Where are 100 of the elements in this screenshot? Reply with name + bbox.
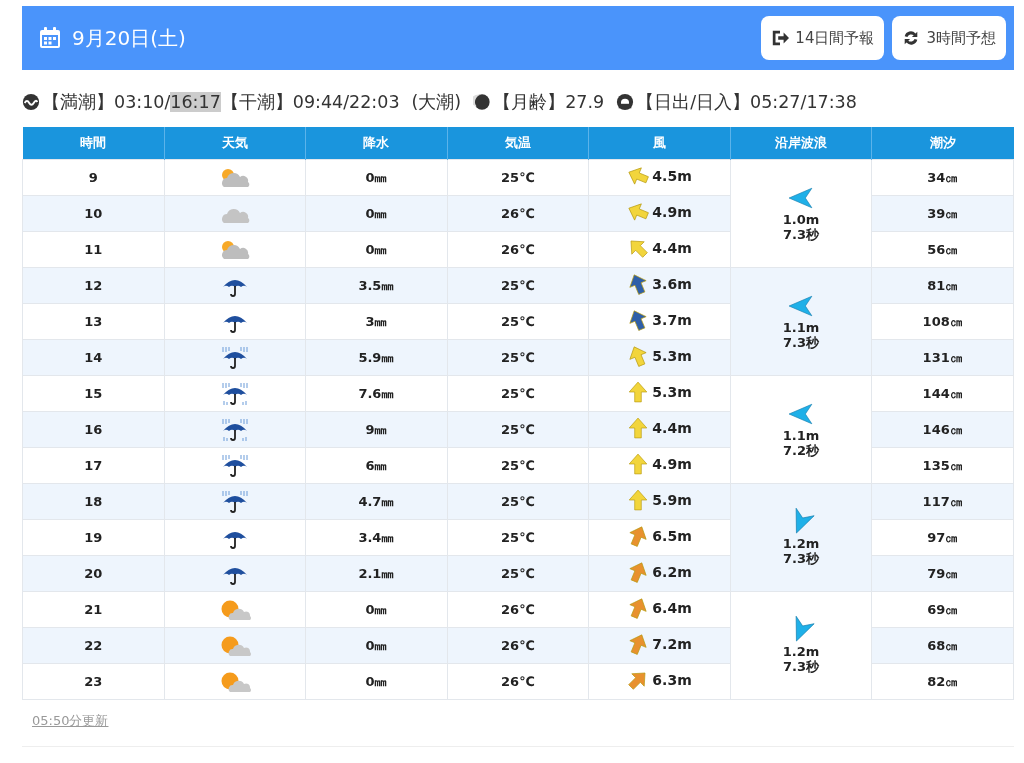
wave-height: 1.2m <box>781 537 821 552</box>
tide-level-cell: 146㎝ <box>871 411 1014 448</box>
hour-cell: 10 <box>22 195 165 232</box>
temperature-cell: 26℃ <box>447 663 589 700</box>
temperature-cell: 25℃ <box>447 339 589 376</box>
column-header: 潮汐 <box>871 127 1014 160</box>
wind-speed: 3.7m <box>652 312 692 328</box>
precipitation-cell: 6㎜ <box>305 447 448 484</box>
precipitation-cell: 3.4㎜ <box>305 519 448 556</box>
wind-speed: 4.4m <box>652 420 692 436</box>
precipitation-cell: 9㎜ <box>305 411 448 448</box>
temperature-cell: 25℃ <box>447 411 589 448</box>
wind-speed: 5.3m <box>652 384 692 400</box>
moon-icon <box>473 93 492 111</box>
precipitation-cell: 3.5㎜ <box>305 267 448 304</box>
temperature-cell: 26℃ <box>447 195 589 232</box>
calendar-icon <box>38 26 62 50</box>
wave-height: 1.0m <box>781 213 821 228</box>
sunrise-icon <box>616 93 635 111</box>
date-title: 9月20日(土) <box>72 24 186 52</box>
wind-speed: 4.9m <box>652 204 692 220</box>
tide-level-cell: 81㎝ <box>871 267 1014 304</box>
precipitation-cell: 7.6㎜ <box>305 375 448 412</box>
wave-period: 7.3秒 <box>782 335 821 350</box>
tide-level-cell: 131㎝ <box>871 339 1014 376</box>
tide-level-cell: 79㎝ <box>871 555 1014 592</box>
hour-cell: 21 <box>22 591 165 628</box>
wave-height: 1.1m <box>781 321 821 336</box>
column-header: 沿岸波浪 <box>730 127 872 160</box>
high-tide-time: 16:17 <box>170 92 221 112</box>
hour-cell: 14 <box>22 339 165 376</box>
column-header: 時間 <box>22 127 165 160</box>
precipitation-cell: 0㎜ <box>305 195 448 232</box>
sunrise-sunset-label: 【日出/日入】 <box>636 91 751 114</box>
precipitation-cell: 3㎜ <box>305 303 448 340</box>
hour-cell: 23 <box>22 663 165 700</box>
wind-speed: 4.5m <box>652 168 692 184</box>
wind-speed: 4.9m <box>652 456 692 472</box>
precipitation-cell: 0㎜ <box>305 627 448 664</box>
wave-period: 7.3秒 <box>782 551 821 566</box>
forecast-3hour-button[interactable]: 3時間予想 <box>892 16 1006 60</box>
tide-level-cell: 69㎝ <box>871 591 1014 628</box>
precipitation-cell: 4.7㎜ <box>305 483 448 520</box>
temperature-cell: 25℃ <box>447 375 589 412</box>
tide-icon <box>22 93 40 111</box>
hour-cell: 17 <box>22 447 165 484</box>
temperature-cell: 25℃ <box>447 159 589 196</box>
tide-level-cell: 97㎝ <box>871 519 1014 556</box>
precipitation-cell: 0㎜ <box>305 591 448 628</box>
moon-age-value: 27.9 <box>565 92 605 112</box>
wind-speed: 3.6m <box>652 276 692 292</box>
hour-cell: 15 <box>22 375 165 412</box>
forecast-14day-button[interactable]: 14日間予報 <box>761 16 885 60</box>
temperature-cell: 25℃ <box>447 519 589 556</box>
low-tide-label: 【干潮】 <box>220 91 293 114</box>
sunrise-sunset-times: 05:27/17:38 <box>750 92 857 112</box>
wave-height: 1.1m <box>781 429 821 444</box>
wind-speed: 6.5m <box>652 528 692 544</box>
hour-cell: 11 <box>22 231 165 268</box>
temperature-cell: 25℃ <box>447 555 589 592</box>
temperature-cell: 25℃ <box>447 447 589 484</box>
high-tide-label: 【満潮】 <box>42 91 114 114</box>
tide-level-cell: 82㎝ <box>871 663 1014 700</box>
hour-cell: 18 <box>22 483 165 520</box>
wave-height: 1.2m <box>781 645 821 660</box>
wind-speed: 6.3m <box>652 672 692 688</box>
precipitation-cell: 0㎜ <box>305 663 448 700</box>
wave-direction-icon <box>788 401 815 428</box>
hour-cell: 16 <box>22 411 165 448</box>
precipitation-cell: 0㎜ <box>305 231 448 268</box>
hour-cell: 20 <box>22 555 165 592</box>
precipitation-cell: 5.9㎜ <box>305 339 448 376</box>
precipitation-cell: 2.1㎜ <box>305 555 448 592</box>
exit-icon <box>771 29 790 47</box>
column-header: 天気 <box>164 127 306 160</box>
temperature-cell: 25℃ <box>447 483 589 520</box>
hour-cell: 22 <box>22 627 165 664</box>
temperature-cell: 26℃ <box>447 231 589 268</box>
wind-speed: 5.3m <box>652 348 692 364</box>
temperature-cell: 25℃ <box>447 267 589 304</box>
tide-type: (大潮) <box>411 91 462 114</box>
wave-period: 7.2秒 <box>782 443 821 458</box>
column-header: 降水 <box>305 127 448 160</box>
wave-period: 7.3秒 <box>782 659 821 674</box>
tide-level-cell: 39㎝ <box>871 195 1014 232</box>
wave-direction-icon <box>788 185 815 212</box>
column-header: 気温 <box>447 127 589 160</box>
temperature-cell: 25℃ <box>447 303 589 340</box>
column-header: 風 <box>588 127 731 160</box>
hour-cell: 19 <box>22 519 165 556</box>
hour-cell: 9 <box>22 159 165 196</box>
temperature-cell: 26℃ <box>447 591 589 628</box>
tide-level-cell: 135㎝ <box>871 447 1014 484</box>
moon-age-label: 【月齢】 <box>493 91 566 114</box>
wave-period: 7.3秒 <box>782 227 821 242</box>
hour-cell: 13 <box>22 303 165 340</box>
tide-level-cell: 117㎝ <box>871 483 1014 520</box>
tide-level-cell: 144㎝ <box>871 375 1014 412</box>
tide-level-cell: 34㎝ <box>871 159 1014 196</box>
wind-speed: 5.9m <box>652 492 692 508</box>
